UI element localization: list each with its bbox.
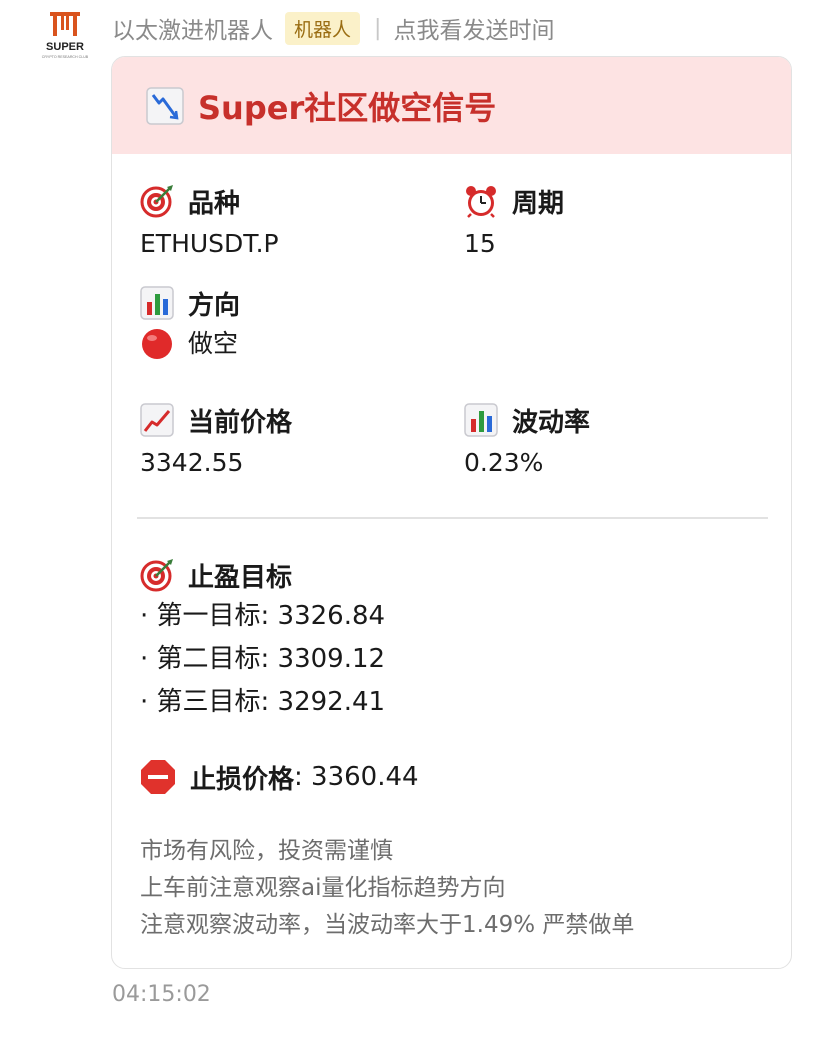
sender-name[interactable]: 以太激进机器人	[112, 11, 273, 45]
volatility-label-row: 波动率	[464, 400, 590, 440]
signal-card: Super社区做空信号 品种 ETHUSDT.P 周期 15 方向 做空 当前价…	[111, 56, 792, 969]
direct-hit-icon	[140, 185, 173, 218]
bar-chart-icon	[140, 286, 174, 320]
red-circle-icon	[142, 329, 172, 359]
card-header: Super社区做空信号	[112, 57, 791, 154]
avatar[interactable]: SUPER CRYPTO RESEARCH CLUB	[37, 8, 93, 64]
direction-label: 方向	[188, 290, 241, 321]
disclaimer-line-1: 市场有风险，投资需谨慎	[140, 838, 393, 864]
direction-label-row: 方向	[140, 283, 240, 323]
target-item-2: · 第二目标: 3309.12	[140, 644, 386, 674]
period-label-row: 周期	[464, 181, 564, 221]
stop-loss-label: 止损价格	[190, 764, 295, 795]
disclaimer-line-2: 上车前注意观察ai量化指标趋势方向	[140, 875, 506, 901]
show-send-time-link[interactable]: 点我看发送时间	[393, 11, 554, 45]
avatar-brand-text: SUPER	[46, 41, 84, 53]
super-pi-logo-icon: SUPER CRYPTO RESEARCH CLUB	[42, 12, 89, 59]
bar-chart-icon	[464, 403, 498, 437]
symbol-value: ETHUSDT.P	[140, 229, 279, 258]
disclaimer-line-3: 注意观察波动率，当波动率大于1.49% 严禁做单	[140, 912, 635, 938]
stop-loss-row: 止损价格 : 3360.44	[140, 756, 419, 798]
price-label: 当前价格	[188, 407, 293, 438]
take-profit-label-row: 止盈目标	[140, 555, 292, 595]
message-timestamp: 04:15:02	[112, 982, 211, 1007]
direct-hit-icon	[140, 559, 173, 592]
direction-value-row: 做空	[140, 327, 238, 361]
separator: |	[374, 15, 382, 41]
target-item-1: · 第一目标: 3326.84	[140, 601, 386, 631]
period-value: 15	[464, 229, 496, 258]
direction-value: 做空	[188, 329, 239, 358]
volatility-value: 0.23%	[464, 448, 544, 477]
divider	[137, 517, 768, 519]
stop-sign-icon	[141, 760, 175, 794]
target-item-3: · 第三目标: 3292.41	[140, 687, 386, 717]
bot-badge: 机器人	[285, 11, 361, 45]
period-label: 周期	[512, 188, 565, 219]
symbol-label-row: 品种	[140, 181, 240, 221]
take-profit-label: 止盈目标	[188, 562, 293, 593]
chart-decreasing-icon	[146, 86, 184, 125]
stop-loss-value: : 3360.44	[294, 762, 419, 792]
chart-increasing-icon	[140, 403, 174, 437]
avatar-sub-text: CRYPTO RESEARCH CLUB	[42, 55, 89, 59]
card-title: Super社区做空信号	[198, 88, 497, 127]
volatility-label: 波动率	[512, 407, 591, 438]
alarm-clock-icon	[466, 186, 496, 218]
sender-row: 以太激进机器人 机器人 | 点我看发送时间	[112, 10, 554, 46]
price-label-row: 当前价格	[140, 400, 292, 440]
price-value: 3342.55	[140, 448, 244, 477]
symbol-label: 品种	[188, 188, 241, 219]
